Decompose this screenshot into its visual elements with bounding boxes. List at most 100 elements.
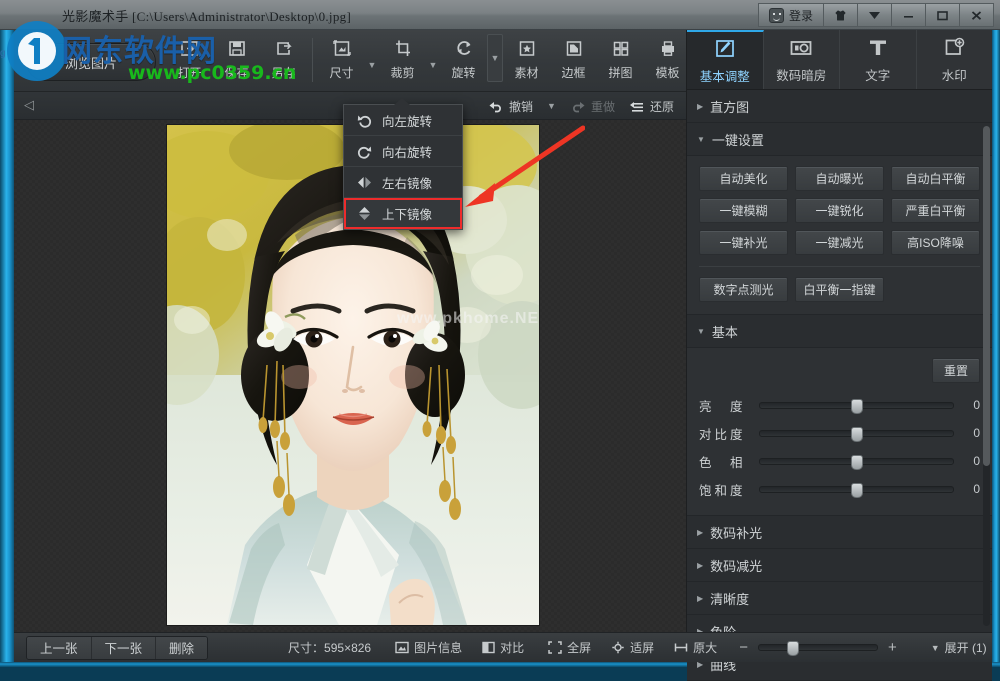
menu-item-mirror-vertical[interactable]: 上下镜像 [344,198,462,229]
restore-button[interactable]: 还原 [629,98,674,115]
fullscreen-button[interactable]: 全屏 [548,639,591,656]
login-button[interactable]: 登录 [757,3,824,27]
toolbar-collage-label: 拼图 [608,66,633,80]
menu-item-rotate-left-label: 向左旋转 [382,114,433,129]
slider-contrast-track[interactable] [759,426,954,442]
slider-saturation-knob[interactable] [850,482,863,498]
toolbar-collage-button[interactable]: 拼图 [597,30,644,88]
menu-item-rotate-left[interactable]: 向左旋转 [344,105,462,136]
oneclick-blur-button[interactable]: 一键模糊 [699,198,788,223]
auto-white-balance-button[interactable]: 自动白平衡 [891,166,980,191]
image-size-readout: 尺寸：595×826 [288,639,371,656]
menu-item-rotate-right-label: 向右旋转 [382,145,433,160]
toolbar-open-button[interactable]: 打开 [166,30,213,88]
toolbar-size-caret[interactable]: ▼ [365,30,379,88]
actual-size-button[interactable]: 原大 [674,639,717,656]
toolbar-saveas-label: 另存 [271,66,296,80]
minimize-button[interactable] [892,3,926,27]
collage-grid-icon [610,36,632,60]
close-button[interactable] [960,3,994,27]
rotate-right-icon [356,144,372,159]
white-balance-picker-button[interactable]: 白平衡一指键 [795,277,884,302]
previous-image-button[interactable]: 上一张 [27,636,92,659]
section-histogram[interactable]: ▶ 直方图 [687,90,992,123]
slider-saturation-label: 饱和度 [699,483,746,498]
redo-button[interactable]: 重做 [570,98,615,115]
high-iso-denoise-button[interactable]: 高ISO降噪 [891,230,980,255]
toolbar-material-button[interactable]: 素材 [503,30,550,88]
slider-contrast: 对比度 0 [699,419,980,447]
next-image-button[interactable]: 下一张 [91,636,157,659]
toolbar-border-button[interactable]: 边框 [550,30,597,88]
restore-label: 还原 [649,99,674,114]
toolbar-save-button[interactable]: 保存 [213,30,260,88]
tab-text[interactable]: 文字 [840,30,917,89]
tab-digital-darkroom[interactable]: 数码暗房 [764,30,840,89]
window-skin-left-border [0,0,14,667]
section-clarity[interactable]: ▶ 清晰度 [687,582,992,615]
save-disk-icon [226,36,248,60]
toolbar-rotate-button[interactable]: 旋转 [440,30,487,88]
delete-image-button[interactable]: 删除 [156,636,208,659]
zoom-slider-knob[interactable] [786,641,799,656]
compare-button[interactable]: 对比 [482,639,524,656]
expand-panel-label: 展开 (1) [944,641,987,655]
chevron-right-icon: ▶ [697,527,704,537]
frame-icon [563,36,585,60]
section-digital-reduce-light[interactable]: ▶ 数码减光 [687,549,992,582]
window-menu-button[interactable] [858,3,892,27]
toolbar-open-label: 打开 [177,66,202,80]
menu-item-rotate-right[interactable]: 向右旋转 [344,136,462,167]
toolbar-template-button[interactable]: 模板 [644,30,691,88]
undo-button[interactable]: 撤销 [488,98,533,115]
toolbar-size-button[interactable]: 尺寸 [318,30,365,88]
oneclick-sharpen-button[interactable]: 一键锐化 [795,198,884,223]
tab-watermark[interactable]: 水印 [917,30,993,89]
zoom-out-button[interactable]: − [739,639,748,656]
window-skin-right-border [992,0,1000,667]
slider-saturation-track[interactable] [759,482,954,498]
right-panel-scroll-thumb[interactable] [983,126,990,466]
fit-screen-button[interactable]: 适屏 [611,639,654,656]
section-digital-fill-light[interactable]: ▶ 数码补光 [687,516,992,549]
browse-images-button[interactable]: 浏览图片 [26,43,156,81]
slider-brightness: 亮 度 0 [699,391,980,419]
template-icon [657,36,679,60]
oneclick-reduce-light-button[interactable]: 一键减光 [795,230,884,255]
toolbar-crop-caret[interactable]: ▼ [426,30,440,88]
auto-beautify-button[interactable]: 自动美化 [699,166,788,191]
slider-brightness-track[interactable] [759,398,954,414]
toolbar-saveas-button[interactable]: 另存 [260,30,307,88]
section-basic[interactable]: ▼ 基本 [687,315,992,348]
oneclick-fill-light-button[interactable]: 一键补光 [699,230,788,255]
auto-exposure-button[interactable]: 自动曝光 [795,166,884,191]
menu-item-mirror-horizontal[interactable]: 左右镜像 [344,167,462,198]
slider-contrast-knob[interactable] [850,426,863,442]
zoom-in-button[interactable]: + [888,639,897,656]
skin-button[interactable] [824,3,858,27]
image-info-button[interactable]: 图片信息 [395,639,462,656]
right-panel-scrollbar[interactable] [983,126,990,626]
chevron-right-icon: ▶ [697,560,704,570]
spot-metering-button[interactable]: 数字点测光 [699,277,788,302]
maximize-button[interactable] [926,3,960,27]
slider-hue-knob[interactable] [850,454,863,470]
undo-history-caret[interactable]: ▼ [547,101,556,111]
section-oneclick-body: 自动美化 自动曝光 自动白平衡 一键模糊 一键锐化 严重白平衡 一键补光 一键减… [687,156,992,315]
minimize-icon [904,15,913,18]
collapse-left-icon[interactable]: ◁ [24,97,34,113]
toolbar-rotate-caret[interactable]: ▼ [487,34,503,82]
chevron-right-icon: ▶ [697,593,704,603]
browse-images-label: 浏览图片 [64,55,117,71]
toolbar-crop-button[interactable]: 裁剪 [379,30,426,88]
zoom-slider-track[interactable] [757,641,878,656]
reset-wrapper: 重置 [699,358,980,383]
reset-button[interactable]: 重置 [931,358,980,383]
slider-hue-track[interactable] [759,454,954,470]
tab-basic-adjust[interactable]: 基本调整 [687,30,764,89]
expand-panel-button[interactable]: ▼ 展开 (1) [931,639,987,656]
section-clarity-label: 清晰度 [710,591,750,607]
section-oneclick[interactable]: ▼ 一键设置 [687,123,992,156]
severe-white-balance-button[interactable]: 严重白平衡 [891,198,980,223]
slider-brightness-knob[interactable] [850,398,863,414]
